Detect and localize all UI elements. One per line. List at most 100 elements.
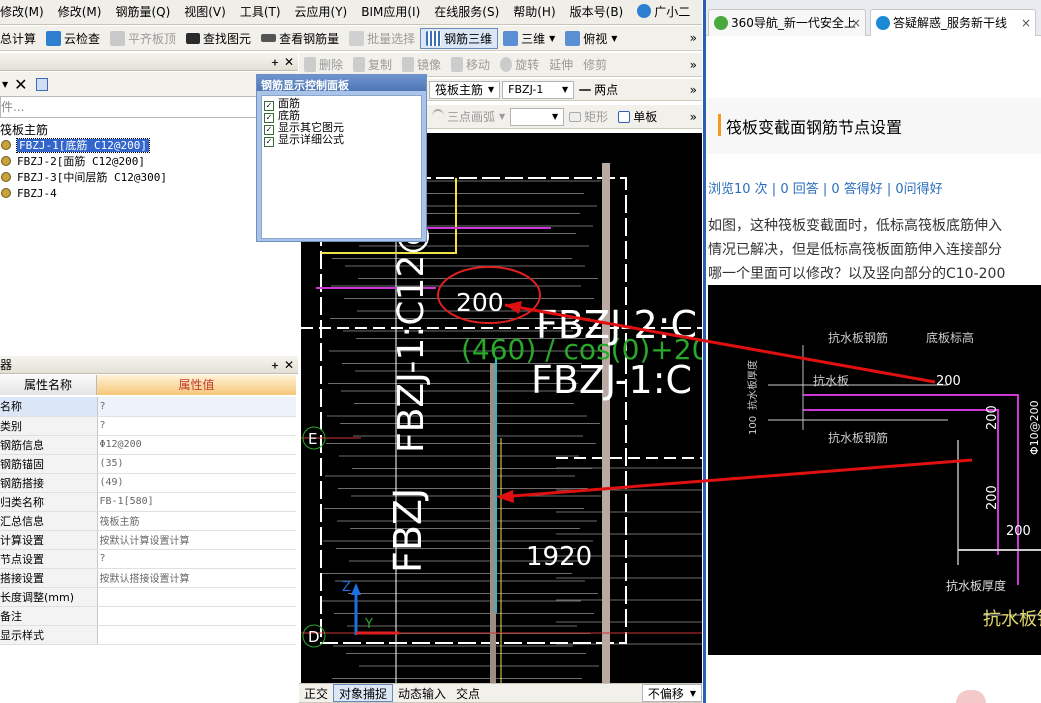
two-points-button[interactable]: 两点 xyxy=(574,79,623,100)
close-icon[interactable]: ✕ xyxy=(284,53,294,71)
svg-text:底板标高: 底板标高 xyxy=(926,330,974,345)
prop-value[interactable] xyxy=(97,606,296,626)
binoculars-icon xyxy=(186,32,201,44)
prop-row[interactable]: 显示样式 xyxy=(0,625,296,645)
tab-close-icon[interactable]: × xyxy=(851,10,861,36)
menu-rebar-qty[interactable]: 钢筋量(Q) xyxy=(108,0,177,25)
prop-name: 钢筋锚固 xyxy=(0,454,98,474)
find-element-button[interactable]: 查找图元 xyxy=(181,26,256,50)
prop-value[interactable]: (49) xyxy=(97,473,296,493)
float-badge[interactable] xyxy=(956,690,986,703)
copy-icon[interactable] xyxy=(35,77,48,91)
prop-value[interactable]: 按默认计算设置计算 xyxy=(97,530,296,550)
prop-row[interactable]: 节点设置? xyxy=(0,549,296,569)
toolbar-overflow-icon[interactable]: » xyxy=(685,105,702,128)
prop-value[interactable]: Φ12@200 xyxy=(97,435,296,455)
question-image[interactable]: 抗水板钢筋 底板标高 抗水板 抗水板钢筋 抗水板厚度 100 200 200 2… xyxy=(708,285,1041,655)
menu-bim[interactable]: BIM应用(I) xyxy=(354,0,427,25)
detailed-formula-checkbox[interactable]: ✓ 显示详细公式 xyxy=(264,134,419,147)
prop-row[interactable]: 汇总信息 筏板主筋 xyxy=(0,511,296,531)
ortho-toggle[interactable]: 正交 xyxy=(299,684,333,702)
prop-value[interactable]: FB-1[580] xyxy=(97,492,296,512)
menu-tools[interactable]: 工具(T) xyxy=(233,0,288,25)
cloud-check-button[interactable]: 云检查 xyxy=(41,26,105,50)
pin-icon[interactable]: ᚐ xyxy=(272,53,278,71)
type-select[interactable]: 筏板主筋 ▼ xyxy=(429,80,501,99)
arc-button[interactable]: 三点画弧 ▼ xyxy=(427,105,510,128)
close-icon[interactable]: ✕ xyxy=(284,356,294,374)
snap-toggle[interactable]: 对象捕捉 xyxy=(333,684,394,702)
prop-value[interactable]: (35) xyxy=(97,454,296,474)
prop-row[interactable]: 长度调整(mm) xyxy=(0,587,296,607)
browser-tab-360[interactable]: 360导航_新一代安全上 × xyxy=(708,9,866,36)
prop-value[interactable]: ? xyxy=(97,397,296,417)
flat-top-button[interactable]: 平齐板顶 xyxy=(105,26,181,50)
toolbar-overflow-icon[interactable]: » xyxy=(685,79,702,100)
view-3d-dropdown[interactable]: 三维 ▼ xyxy=(498,26,560,50)
move-button[interactable]: 移动 xyxy=(446,53,495,76)
question-stats[interactable]: 浏览10 次 | 0 回答 | 0 答得好 | 0问得好 xyxy=(708,178,943,197)
prop-row[interactable]: 计算设置 按默认计算设置计算 xyxy=(0,530,296,550)
prop-row[interactable]: 名称? xyxy=(0,397,296,417)
tree-item-fbzj-1[interactable]: FBZJ-1[底筋 C12@200] xyxy=(0,138,298,154)
name-select[interactable]: FBZJ-1 ▼ xyxy=(502,80,575,99)
menu-view[interactable]: 视图(V) xyxy=(177,0,233,25)
pin-icon[interactable]: ᚐ xyxy=(272,356,278,374)
checkbox-checked-icon: ✓ xyxy=(264,137,274,147)
gear-icon xyxy=(1,172,11,182)
question-title: 筏板变截面钢筋节点设置 xyxy=(726,118,903,137)
prop-value[interactable]: ? xyxy=(97,416,296,436)
rect-button[interactable]: 矩形 xyxy=(564,105,613,128)
assistant-button[interactable]: 广小二 xyxy=(630,0,697,25)
menu-cloud[interactable]: 云应用(Y) xyxy=(288,0,355,25)
copy-button[interactable]: 复制 xyxy=(348,53,397,76)
toolbar-overflow-icon[interactable]: » xyxy=(685,26,702,50)
prop-row[interactable]: 类别? xyxy=(0,416,296,436)
prop-value[interactable]: ? xyxy=(97,549,296,569)
extend-button[interactable]: 延伸 xyxy=(544,53,578,76)
dynamic-input-toggle[interactable]: 动态输入 xyxy=(393,684,451,702)
tree-item-fbzj-4[interactable]: FBZJ-4 xyxy=(0,186,298,202)
prop-row[interactable]: 钢筋搭接 (49) xyxy=(0,473,296,493)
arc-option-select[interactable]: ▼ xyxy=(510,107,565,126)
browser-tab-answers[interactable]: 答疑解惑_服务新干线 × xyxy=(870,9,1036,36)
rotate-icon xyxy=(500,57,513,72)
new-dropdown-icon[interactable]: ▼ xyxy=(2,80,8,89)
delete-icon[interactable]: ✕ xyxy=(14,75,27,94)
toolbar-overflow-icon[interactable]: » xyxy=(685,53,702,76)
prop-row[interactable]: 备注 xyxy=(0,606,296,626)
prop-value[interactable] xyxy=(97,625,296,645)
trim-button[interactable]: 修剪 xyxy=(578,53,612,76)
view-rebar-qty-button[interactable]: 查看钢筋量 xyxy=(256,26,344,50)
mirror-button[interactable]: 镜像 xyxy=(397,53,446,76)
prop-value[interactable]: 筏板主筋 xyxy=(97,511,296,531)
tree-root-item[interactable]: 筏板主筋 xyxy=(0,122,298,138)
control-panel-title: 钢筋显示控制面板 xyxy=(257,75,426,92)
rebar-3d-button[interactable]: 钢筋三维 xyxy=(420,27,499,49)
prop-row[interactable]: 钢筋信息 Φ12@200 xyxy=(0,435,296,455)
intersection-toggle[interactable]: 交点 xyxy=(451,684,485,702)
offset-select[interactable]: 不偏移 ▼ xyxy=(641,684,702,702)
tab-close-icon[interactable]: × xyxy=(1021,10,1031,36)
menu-modify[interactable]: 修改(M) xyxy=(51,0,109,25)
prop-row[interactable]: 钢筋锚固 (35) xyxy=(0,454,296,474)
delete-button[interactable]: 删除 xyxy=(299,53,348,76)
menu-online[interactable]: 在线服务(S) xyxy=(427,0,506,25)
menu-help[interactable]: 帮助(H) xyxy=(506,0,562,25)
prop-value[interactable]: 按默认搭接设置计算 xyxy=(97,568,296,588)
prop-value[interactable] xyxy=(97,587,296,607)
view-top-dropdown[interactable]: 俯视 ▼ xyxy=(560,26,622,50)
calc-button[interactable]: 总计算 xyxy=(0,26,41,50)
tree-item-fbzj-3[interactable]: FBZJ-3[中间层筋 C12@300] xyxy=(0,170,298,186)
rebar-grid-icon xyxy=(426,30,442,46)
detail-drawing: 抗水板钢筋 底板标高 抗水板 抗水板钢筋 抗水板厚度 100 200 200 2… xyxy=(746,330,1041,630)
rotate-button[interactable]: 旋转 xyxy=(495,53,544,76)
single-slab-button[interactable]: 单板 xyxy=(613,105,662,128)
tree-item-fbzj-2[interactable]: FBZJ-2[面筋 C12@200] xyxy=(0,154,298,170)
tree-search-input[interactable]: 件... xyxy=(0,96,298,118)
prop-row[interactable]: 归类名称 FB-1[580] xyxy=(0,492,296,512)
prop-row[interactable]: 搭接设置 按默认搭接设置计算 xyxy=(0,568,296,588)
menu-modify[interactable]: 修改(M) xyxy=(0,0,51,25)
batch-select-button[interactable]: 批量选择 xyxy=(344,26,420,50)
menu-version[interactable]: 版本号(B) xyxy=(563,0,631,25)
